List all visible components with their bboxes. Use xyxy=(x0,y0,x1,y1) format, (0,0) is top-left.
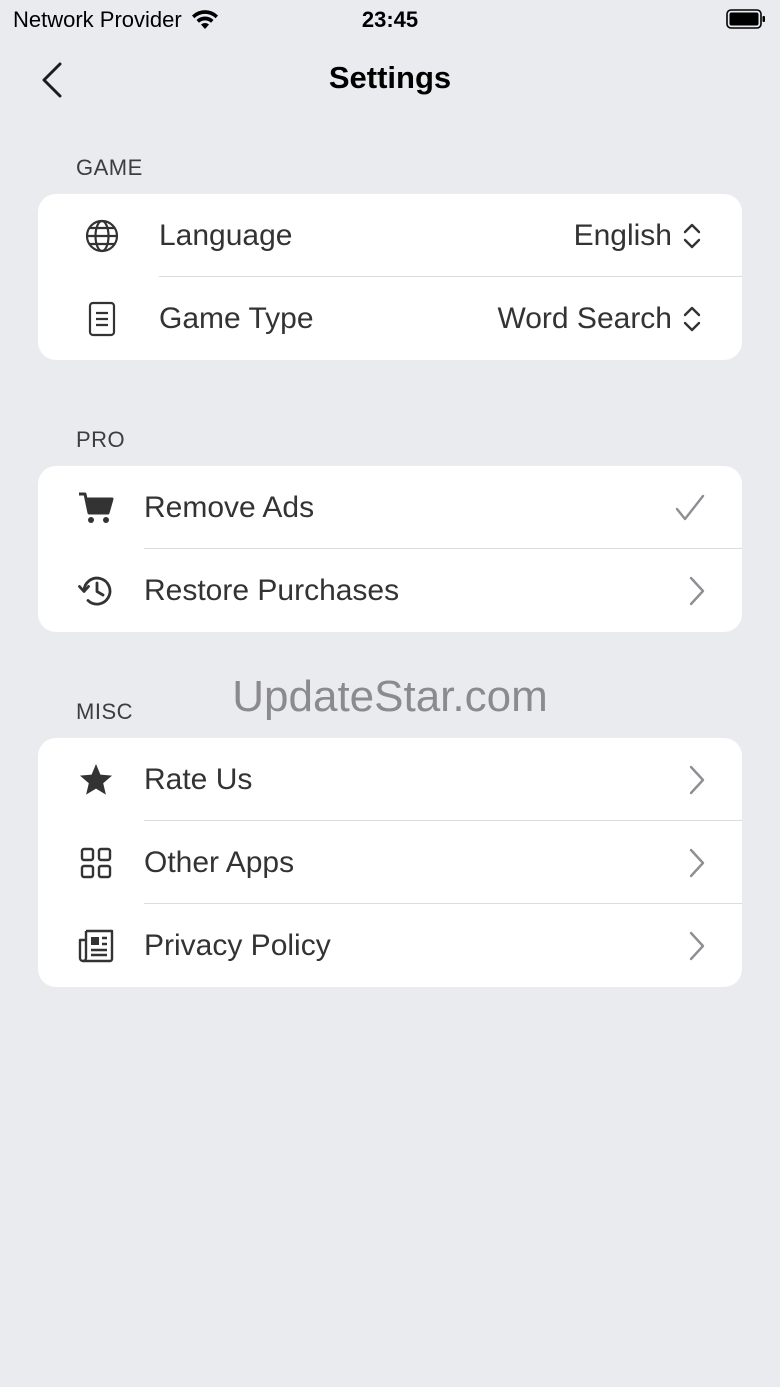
remove-ads-label: Remove Ads xyxy=(144,490,315,524)
chevron-right-icon xyxy=(688,549,706,632)
section-header-misc: MISC xyxy=(76,699,133,724)
chevron-left-icon xyxy=(42,62,62,98)
chevron-up-down-icon xyxy=(683,223,701,248)
game-type-row[interactable]: Game Type Word Search xyxy=(38,277,742,360)
game-type-value: Word Search xyxy=(497,301,672,335)
navigation-bar: Settings xyxy=(0,40,780,120)
back-button[interactable] xyxy=(30,56,74,104)
remove-ads-row[interactable]: Remove Ads xyxy=(38,466,742,549)
other-apps-label: Other Apps xyxy=(144,845,295,879)
other-apps-row[interactable]: Other Apps xyxy=(38,821,742,904)
globe-icon xyxy=(82,216,122,256)
status-bar: Network Provider 23:45 xyxy=(0,0,780,40)
checkmark-icon xyxy=(674,466,706,549)
history-icon xyxy=(76,571,116,611)
restore-purchases-label: Restore Purchases xyxy=(144,573,400,607)
privacy-policy-label: Privacy Policy xyxy=(144,928,331,962)
game-type-label: Game Type xyxy=(159,301,314,335)
chevron-up-down-icon xyxy=(683,306,701,331)
newspaper-icon xyxy=(76,926,116,966)
wifi-icon xyxy=(191,10,218,29)
section-header-pro: PRO xyxy=(76,427,126,452)
grid-icon xyxy=(76,843,116,883)
page-title: Settings xyxy=(328,60,452,95)
pro-card: Remove Ads Restore Purchases xyxy=(38,466,742,632)
carrier: Network Provider xyxy=(13,7,220,33)
language-row[interactable]: Language English xyxy=(38,194,742,277)
misc-card: Rate Us Other Apps Privacy Policy xyxy=(38,738,742,987)
game-type-select[interactable]: Word Search xyxy=(497,302,702,336)
restore-purchases-row[interactable]: Restore Purchases xyxy=(38,549,742,632)
rate-us-row[interactable]: Rate Us xyxy=(38,738,742,821)
battery-icon xyxy=(726,9,765,29)
language-label: Language xyxy=(159,218,293,252)
game-settings-card: Language English Game Type Word Search xyxy=(38,194,742,360)
language-select[interactable]: English xyxy=(574,219,702,253)
document-icon xyxy=(82,299,122,339)
language-value: English xyxy=(573,218,672,252)
carrier-name: Network Provider xyxy=(13,7,182,32)
privacy-policy-row[interactable]: Privacy Policy xyxy=(38,904,742,987)
section-header-game: GAME xyxy=(76,155,143,180)
chevron-right-icon xyxy=(688,904,706,987)
chevron-right-icon xyxy=(688,738,706,821)
cart-icon xyxy=(76,488,116,528)
star-icon xyxy=(76,760,116,800)
chevron-right-icon xyxy=(688,821,706,904)
rate-us-label: Rate Us xyxy=(144,762,253,796)
